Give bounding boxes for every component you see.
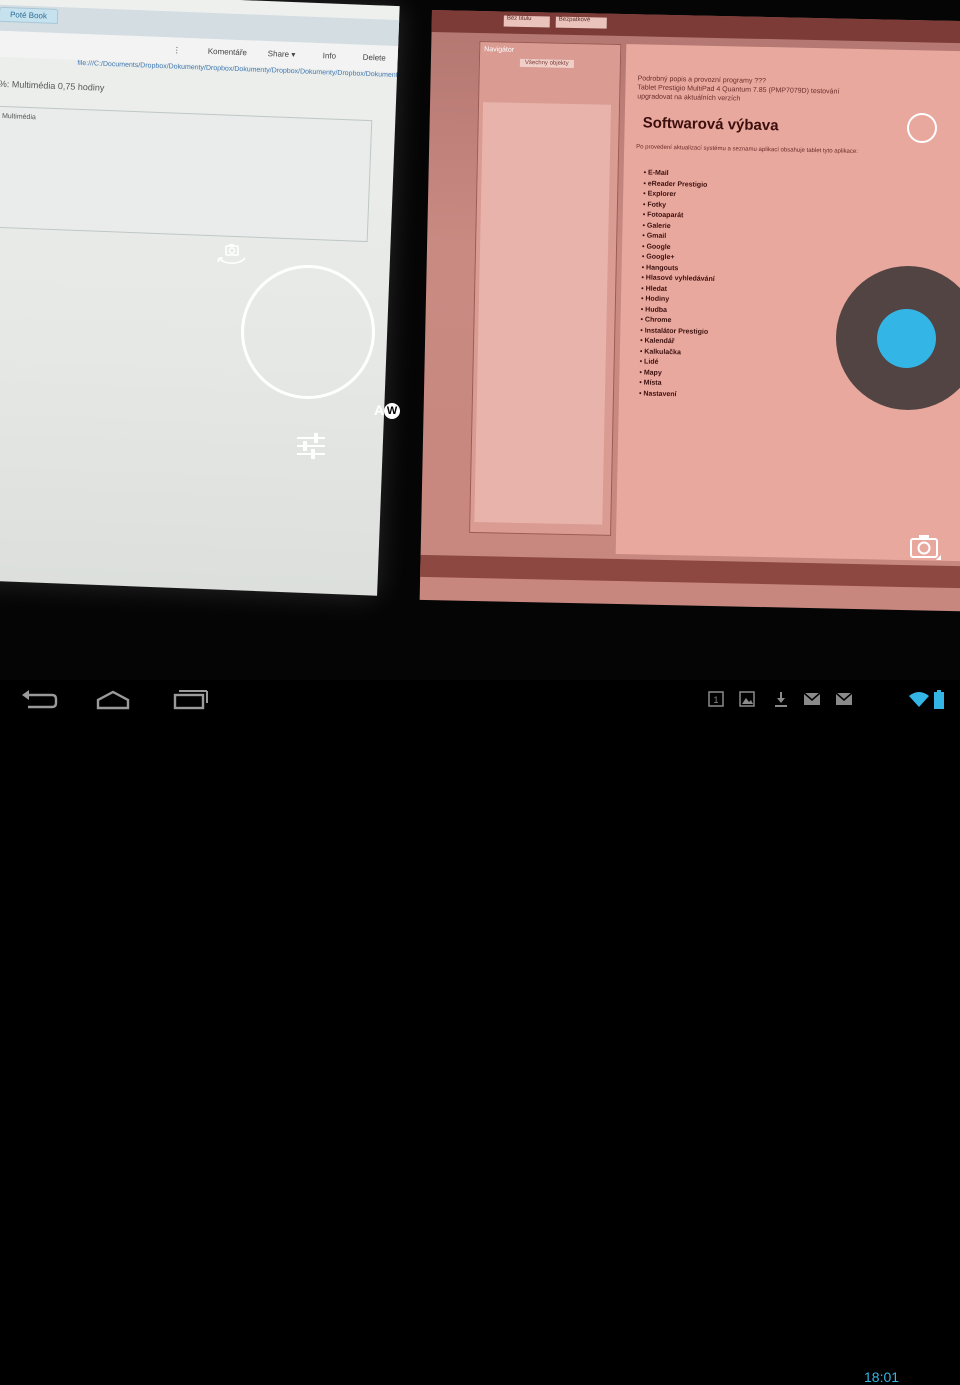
back-button[interactable] xyxy=(14,686,64,714)
toolbar-item-info: Info xyxy=(322,51,337,61)
style-field: Bez titulu xyxy=(503,15,550,28)
doc-header: Podrobný popis a provozní programy ??? T… xyxy=(637,74,960,109)
toolbar-item-comments: Komentáře xyxy=(207,46,248,58)
image-icon xyxy=(739,691,755,707)
switch-camera-icon[interactable] xyxy=(216,243,248,272)
gmail-icon xyxy=(835,692,853,705)
left-text-line: m 7,8%: Multimédia 0,75 hodiny xyxy=(0,78,105,93)
home-icon xyxy=(96,690,130,710)
right-menubar: Bez titulu Bezpatkové xyxy=(431,10,960,44)
wifi-icon xyxy=(909,692,929,707)
download-icon xyxy=(775,692,787,707)
recents-button[interactable] xyxy=(163,686,213,714)
aw-badge-letter: W xyxy=(384,403,401,420)
system-navigation-bar: 1 18:01 xyxy=(0,680,960,1385)
svg-text:1: 1 xyxy=(713,695,718,705)
notification-icon: 1 xyxy=(708,691,724,707)
doc-intro: Po provedení aktualizací systému a sezna… xyxy=(636,144,858,155)
auto-white-balance-icon[interactable]: AW xyxy=(374,402,401,420)
mode-indicator-icon[interactable] xyxy=(907,113,937,143)
recents-icon xyxy=(173,690,208,710)
navigator-panel: Navigátor Všechny objekty xyxy=(469,40,622,536)
gmail-icon xyxy=(803,692,821,705)
toolbar-item-share: Share ▾ xyxy=(267,49,296,60)
battery-icon xyxy=(934,690,944,709)
back-icon xyxy=(22,690,58,709)
doc-title: Softwarová výbava xyxy=(642,114,779,135)
left-box-text: 7,8%: Multimédia xyxy=(0,112,36,122)
font-field: Bezpatkové xyxy=(555,16,607,29)
aw-letter: A xyxy=(374,402,385,418)
navigator-title: Navigátor xyxy=(484,46,515,54)
focus-ring xyxy=(241,265,375,399)
more-menu-icon: ⋮ xyxy=(172,45,182,55)
camera-viewfinder[interactable]: Poté Book ⋮ Komentáře Share ▾ Info Delet… xyxy=(0,0,960,680)
settings-sliders-icon[interactable] xyxy=(295,430,327,467)
right-statusbar xyxy=(420,554,960,589)
status-clock: 18:01 xyxy=(864,1369,900,1385)
navigator-list xyxy=(474,102,612,525)
toolbar-item-delete: Delete xyxy=(362,52,386,63)
navigator-tab: Všechny objekty xyxy=(519,58,574,68)
camera-mode-icon[interactable] xyxy=(908,533,942,568)
left-tab-label: Poté Book xyxy=(0,6,59,25)
shutter-button[interactable] xyxy=(877,309,936,368)
left-content-box: 7,8%: Multimédia xyxy=(0,104,373,243)
home-button[interactable] xyxy=(88,686,138,714)
